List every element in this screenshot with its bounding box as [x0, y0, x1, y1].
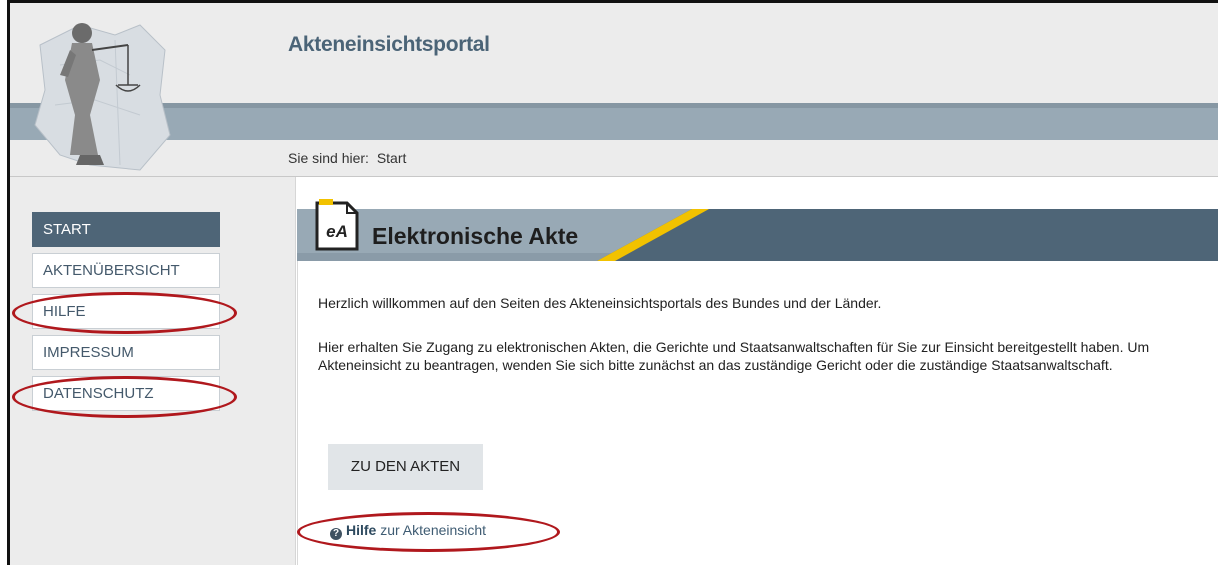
breadcrumb-bar: [10, 140, 1218, 177]
sidebar-item-aktenuebersicht[interactable]: AKTENÜBERSICHT: [32, 253, 220, 288]
breadcrumb: Sie sind hier: Start: [288, 150, 410, 166]
help-link[interactable]: ? Hilfe zur Akteneinsicht: [330, 522, 486, 540]
portal-title: Akteneinsichtsportal: [288, 33, 490, 56]
section-title: Elektronische Akte: [372, 223, 579, 249]
header: [10, 3, 1218, 103]
sidebar-nav: START AKTENÜBERSICHT HILFE IMPRESSUM DAT…: [32, 212, 220, 417]
ea-icon-label: eA: [326, 222, 348, 241]
breadcrumb-current[interactable]: Start: [377, 150, 407, 166]
info-text: Hier erhalten Sie Zugang zu elektronisch…: [318, 339, 1150, 373]
breadcrumb-prefix: Sie sind hier:: [288, 150, 369, 166]
help-link-text: zur Akteneinsicht: [380, 522, 487, 538]
header-band-shadow: [10, 103, 1218, 108]
help-link-bold: Hilfe: [346, 522, 377, 538]
sidebar-item-datenschutz[interactable]: DATENSCHUTZ: [32, 376, 220, 411]
question-icon: ?: [330, 528, 342, 540]
sidebar-item-hilfe[interactable]: HILFE: [32, 294, 220, 329]
sidebar-item-impressum[interactable]: IMPRESSUM: [32, 335, 220, 370]
sidebar-item-start[interactable]: START: [32, 212, 220, 247]
browser-page: Akteneinsichtsportal Sie sind hier: Star…: [7, 0, 1218, 565]
justitia-logo: [34, 23, 171, 171]
sidebar: START AKTENÜBERSICHT HILFE IMPRESSUM DAT…: [10, 177, 296, 565]
welcome-text: Herzlich willkommen auf den Seiten des A…: [318, 295, 882, 311]
electronic-file-icon: eA: [315, 199, 359, 251]
zu-den-akten-button[interactable]: ZU DEN AKTEN: [328, 444, 483, 490]
header-band: [10, 103, 1218, 140]
